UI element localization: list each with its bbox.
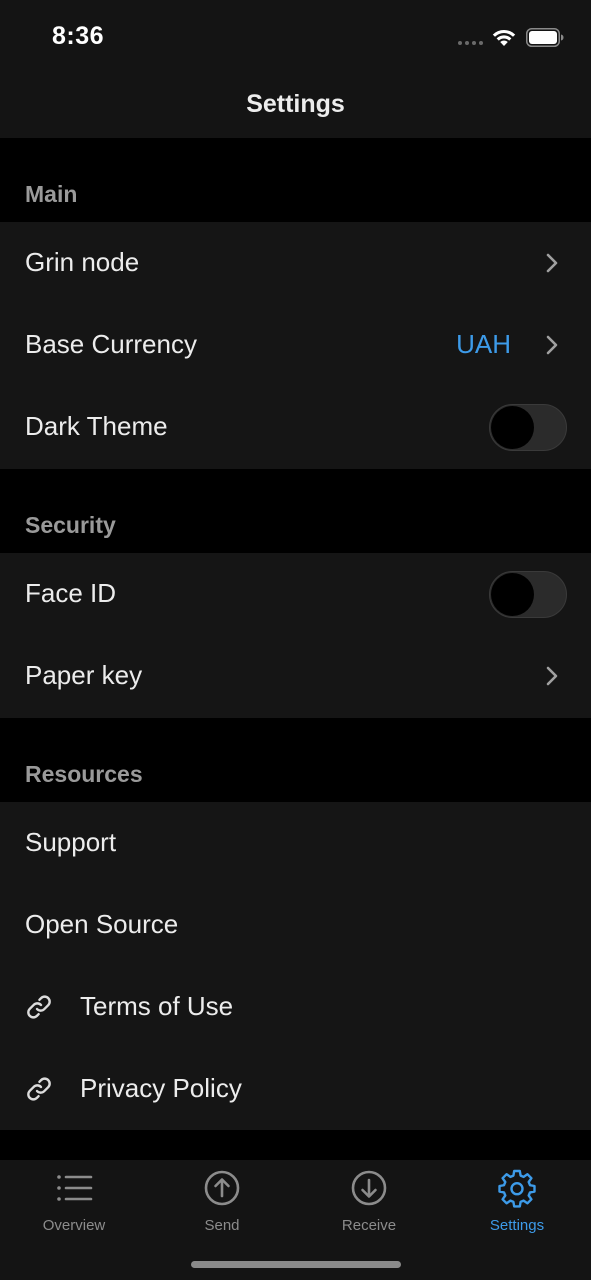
tab-label: Settings xyxy=(489,1217,545,1234)
paper-key-row[interactable]: Paper key xyxy=(0,635,591,717)
security-settings-group: Face ID Paper key xyxy=(0,553,591,718)
tab-label: Send xyxy=(204,1217,240,1234)
open-source-row[interactable]: Open Source xyxy=(0,884,591,966)
list-icon xyxy=(57,1175,93,1201)
tab-send[interactable]: Send xyxy=(148,1168,296,1244)
arrow-down-circle-icon xyxy=(351,1170,387,1206)
base-currency-label: Base Currency xyxy=(25,329,197,359)
open-source-label: Open Source xyxy=(25,909,179,939)
status-bar: 8:36 xyxy=(0,0,591,74)
privacy-policy-row[interactable]: Privacy Policy xyxy=(0,1048,591,1130)
section-header-main: Main xyxy=(25,181,78,207)
support-row[interactable]: Support xyxy=(0,802,591,884)
battery-icon xyxy=(526,28,564,47)
support-label: Support xyxy=(25,827,117,857)
link-icon xyxy=(27,1077,51,1101)
chevron-right-icon xyxy=(546,666,558,686)
settings-screen: 8:36 Settings Main Grin node Base Curren… xyxy=(0,0,591,1280)
chevron-right-icon xyxy=(546,253,558,273)
resources-settings-group: Support Open Source Terms of Use Privacy… xyxy=(0,802,591,1130)
terms-of-use-label: Terms of Use xyxy=(80,991,234,1021)
cellular-signal-icon xyxy=(458,41,483,45)
grin-node-row[interactable]: Grin node xyxy=(0,222,591,304)
toggle-knob xyxy=(491,573,534,616)
terms-of-use-row[interactable]: Terms of Use xyxy=(0,966,591,1048)
section-header-resources: Resources xyxy=(25,761,143,787)
page-title: Settings xyxy=(246,90,345,118)
privacy-policy-label: Privacy Policy xyxy=(80,1073,242,1103)
tab-receive[interactable]: Receive xyxy=(295,1168,443,1244)
wifi-icon xyxy=(492,29,516,46)
tab-label: Receive xyxy=(341,1217,397,1234)
dark-theme-row: Dark Theme xyxy=(0,386,591,468)
navigation-bar: Settings xyxy=(0,74,591,138)
main-settings-group: Grin node Base Currency UAH Dark Theme xyxy=(0,222,591,469)
status-time: 8:36 xyxy=(52,22,105,50)
tab-label: Overview xyxy=(42,1217,106,1234)
face-id-label: Face ID xyxy=(25,578,117,608)
section-header-security: Security xyxy=(25,512,116,538)
base-currency-row[interactable]: Base Currency UAH xyxy=(0,304,591,386)
tab-settings[interactable]: Settings xyxy=(443,1168,591,1244)
face-id-row: Face ID xyxy=(0,553,591,635)
dark-theme-label: Dark Theme xyxy=(25,411,168,441)
home-indicator xyxy=(191,1261,401,1268)
tab-overview[interactable]: Overview xyxy=(0,1168,148,1244)
base-currency-value: UAH xyxy=(456,329,511,359)
arrow-up-circle-icon xyxy=(204,1170,240,1206)
toggle-knob xyxy=(491,406,534,449)
grin-node-label: Grin node xyxy=(25,247,140,277)
link-icon xyxy=(27,995,51,1019)
face-id-toggle[interactable] xyxy=(489,571,567,618)
dark-theme-toggle[interactable] xyxy=(489,404,567,451)
gear-icon xyxy=(498,1169,536,1208)
chevron-right-icon xyxy=(546,335,558,355)
paper-key-label: Paper key xyxy=(25,660,143,690)
